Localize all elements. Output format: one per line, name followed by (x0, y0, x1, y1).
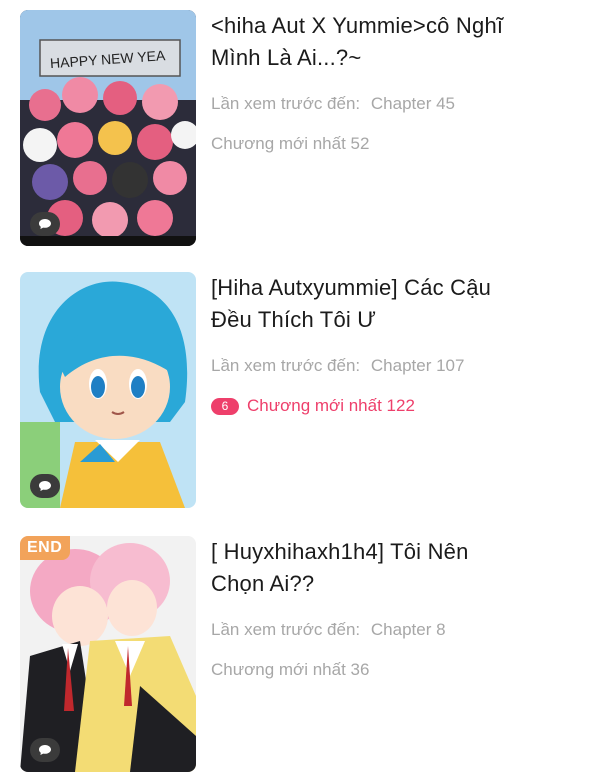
last-viewed-chapter: Chapter 45 (370, 94, 456, 113)
comic-title-line: Chọn Ai?? (211, 571, 315, 596)
latest-chapter-label: Chương mới nhất (211, 660, 346, 679)
comic-cover[interactable] (20, 272, 196, 508)
comic-title-line: [Hiha Autxyummie] Các Cậu (211, 275, 492, 300)
comic-cover[interactable]: HAPPY NEW YEA (20, 10, 196, 246)
latest-chapter: 6 Chương mới nhất 122 (211, 396, 583, 416)
last-viewed-label: Lần xem trước đến: (211, 620, 361, 639)
list-item[interactable]: [Hiha Autxyummie] Các Cậu Đều Thích Tôi … (0, 268, 600, 508)
last-viewed-chapter: Chapter 8 (370, 620, 446, 639)
last-viewed-label: Lần xem trước đến: (211, 94, 361, 113)
comic-cover[interactable]: END (20, 536, 196, 772)
comic-title-line: <hiha Aut X Yummie>cô Nghĩ (211, 13, 504, 38)
latest-chapter-label: Chương mới nhất (247, 396, 382, 415)
latest-chapter: Chương mới nhất 52 (211, 134, 583, 154)
last-viewed: Lần xem trước đến: Chapter 8 (211, 620, 583, 640)
chat-bubble-icon (30, 474, 60, 498)
status-badge: END (20, 536, 71, 560)
cover-illustration (20, 272, 196, 508)
comic-title[interactable]: [Hiha Autxyummie] Các Cậu Đều Thích Tôi … (211, 272, 583, 336)
comic-info: [ Huyxhihaxh1h4] Tôi Nên Chọn Ai?? Lần x… (211, 536, 583, 680)
latest-chapter-number: 36 (350, 660, 370, 679)
list-item[interactable]: HAPPY NEW YEA <hiha Aut X Yummie>cô Nghĩ… (0, 6, 600, 246)
chat-bubble-icon (30, 212, 60, 236)
comic-title[interactable]: <hiha Aut X Yummie>cô Nghĩ Mình Là Ai...… (211, 10, 583, 74)
last-viewed: Lần xem trước đến: Chapter 45 (211, 94, 583, 114)
comic-info: [Hiha Autxyummie] Các Cậu Đều Thích Tôi … (211, 272, 583, 416)
latest-chapter-label: Chương mới nhất (211, 134, 346, 153)
list-item[interactable]: END [ Huyxhihaxh1h4] Tôi Nên Chọn Ai?? L… (0, 532, 600, 772)
new-chapters-badge: 6 (211, 397, 239, 415)
latest-chapter-number: 122 (386, 396, 415, 415)
comic-info: <hiha Aut X Yummie>cô Nghĩ Mình Là Ai...… (211, 10, 583, 154)
last-viewed-label: Lần xem trước đến: (211, 356, 361, 375)
comic-title[interactable]: [ Huyxhihaxh1h4] Tôi Nên Chọn Ai?? (211, 536, 583, 600)
cover-illustration (20, 536, 196, 772)
comic-history-list: HAPPY NEW YEA <hiha Aut X Yummie>cô Nghĩ… (0, 0, 600, 784)
comic-title-line: Đều Thích Tôi Ư (211, 307, 377, 332)
latest-chapter-number: 52 (350, 134, 370, 153)
cover-illustration: HAPPY NEW YEA (20, 10, 196, 246)
latest-chapter: Chương mới nhất 36 (211, 660, 583, 680)
comic-title-line: [ Huyxhihaxh1h4] Tôi Nên (211, 539, 469, 564)
last-viewed: Lần xem trước đến: Chapter 107 (211, 356, 583, 376)
chat-bubble-icon (30, 738, 60, 762)
last-viewed-chapter: Chapter 107 (370, 356, 465, 375)
comic-title-line: Mình Là Ai...?~ (211, 45, 362, 70)
